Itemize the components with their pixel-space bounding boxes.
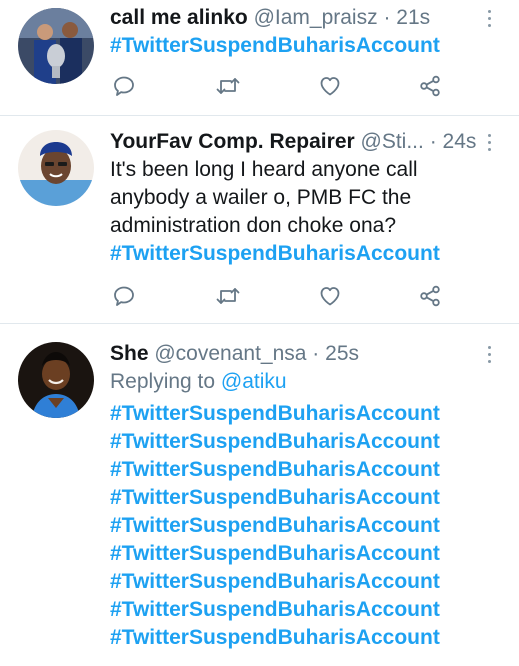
more-options-icon[interactable] xyxy=(477,340,501,368)
retweet-icon[interactable] xyxy=(214,72,242,100)
avatar[interactable] xyxy=(18,130,94,206)
timestamp[interactable]: 25s xyxy=(325,342,359,365)
more-options-icon[interactable] xyxy=(477,128,501,156)
user-handle[interactable]: @covenant_nsa xyxy=(154,342,306,365)
tweet-text-line: anybody a wailer o, PMB FC the xyxy=(110,186,412,209)
hashtag-link[interactable]: #TwitterSuspendBuharisAccount xyxy=(110,240,481,268)
tweet-text: It's been long I heard anyone call anybo… xyxy=(110,156,481,240)
tweet-text-line: It's been long I heard anyone call xyxy=(110,158,418,181)
timestamp[interactable]: 21s xyxy=(396,6,430,29)
replying-prefix: Replying to xyxy=(110,370,221,393)
hashtag-link[interactable]: #TwitterSuspendBuharisAccount xyxy=(110,568,481,596)
display-name[interactable]: YourFav Comp. Repairer xyxy=(110,130,355,153)
separator: · xyxy=(383,6,391,29)
like-icon[interactable] xyxy=(316,72,344,100)
tweet-header: call me alinko @Iam_praisz · 21s xyxy=(110,4,481,32)
tweet-2[interactable]: YourFav Comp. Repairer @Sti... · 24s It'… xyxy=(0,116,519,324)
hashtag-link[interactable]: #TwitterSuspendBuharisAccount xyxy=(110,400,481,428)
hashtag-link[interactable]: #TwitterSuspendBuharisAccount xyxy=(110,540,481,568)
hashtag-link[interactable]: #TwitterSuspendBuharisAccount xyxy=(110,484,481,512)
share-icon[interactable] xyxy=(416,72,444,100)
hashtag-link[interactable]: #TwitterSuspendBuharisAccount xyxy=(110,428,481,456)
avatar[interactable] xyxy=(18,342,94,418)
separator: · xyxy=(312,342,320,365)
timestamp[interactable]: 24s xyxy=(443,130,477,153)
display-name[interactable]: She xyxy=(110,342,149,365)
separator: · xyxy=(429,130,437,153)
tweet-text-line: administration don choke ona? xyxy=(110,214,397,237)
more-options-icon[interactable] xyxy=(477,4,501,32)
retweet-icon[interactable] xyxy=(214,282,242,310)
user-handle[interactable]: @Sti... xyxy=(361,130,424,153)
reply-icon[interactable] xyxy=(110,72,138,100)
hashtag-link[interactable]: #TwitterSuspendBuharisAccount xyxy=(110,32,481,60)
hashtag-link[interactable]: #TwitterSuspendBuharisAccount xyxy=(110,596,481,624)
reply-icon[interactable] xyxy=(110,282,138,310)
display-name[interactable]: call me alinko xyxy=(110,6,248,29)
replying-to: Replying to @atiku xyxy=(110,368,481,396)
like-icon[interactable] xyxy=(316,282,344,310)
tweet-header: She @covenant_nsa · 25s xyxy=(110,340,481,368)
user-handle[interactable]: @Iam_praisz xyxy=(254,6,378,29)
hashtag-link[interactable]: #TwitterSuspendBuharisAccount xyxy=(110,624,481,652)
hashtag-link[interactable]: #TwitterSuspendBuharisAccount xyxy=(110,512,481,540)
mention-link[interactable]: @atiku xyxy=(221,370,287,393)
hashtag-link[interactable]: #TwitterSuspendBuharisAccount xyxy=(110,456,481,484)
tweet-actions xyxy=(110,282,450,310)
avatar[interactable] xyxy=(18,8,94,84)
tweet-actions xyxy=(110,72,450,100)
tweet-header: YourFav Comp. Repairer @Sti... · 24s xyxy=(110,128,481,156)
tweet-1[interactable]: call me alinko @Iam_praisz · 21s #Twitte… xyxy=(0,0,519,116)
share-icon[interactable] xyxy=(416,282,444,310)
tweet-3[interactable]: She @covenant_nsa · 25s Replying to @ati… xyxy=(0,324,519,666)
